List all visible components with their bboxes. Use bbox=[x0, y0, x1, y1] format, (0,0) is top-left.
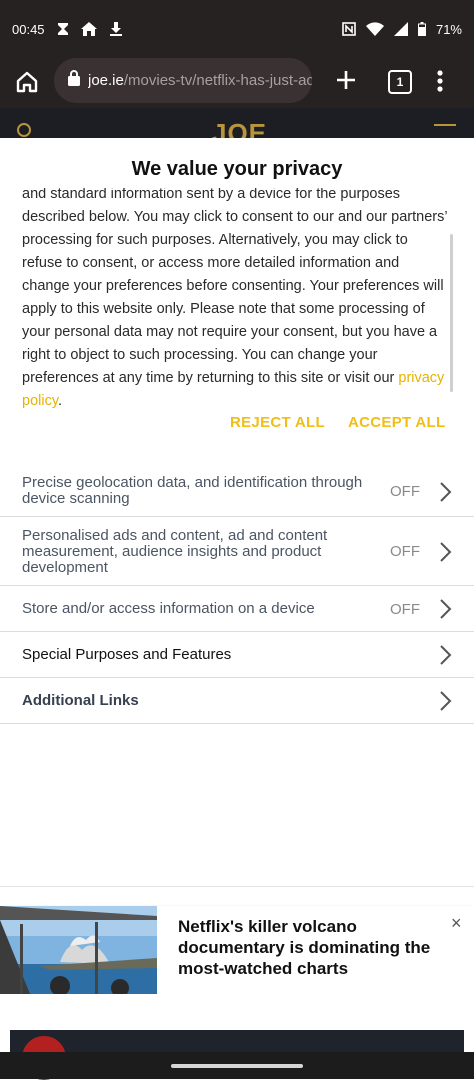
chevron-right-icon[interactable] bbox=[438, 690, 452, 717]
ad-headline[interactable]: Netflix's killer volcano documentary is … bbox=[178, 916, 448, 979]
new-tab-button[interactable] bbox=[335, 69, 357, 96]
purpose-row-additional-links[interactable]: Additional Links bbox=[0, 678, 474, 724]
browser-toolbar: joe.ie/movies-tv/netflix-has-just-ac 1 bbox=[0, 58, 474, 108]
purpose-row-geolocation[interactable]: Precise geolocation data, and identifica… bbox=[0, 466, 474, 517]
home-button[interactable] bbox=[12, 67, 42, 97]
dialog-bottom-divider bbox=[0, 886, 474, 887]
wifi-icon bbox=[365, 22, 384, 36]
consent-period: . bbox=[58, 393, 63, 409]
text-scrollbar[interactable] bbox=[450, 234, 453, 392]
url-bar[interactable]: joe.ie/movies-tv/netflix-has-just-ac bbox=[54, 58, 312, 103]
purpose-label: Personalised ads and content, ad and con… bbox=[22, 527, 328, 576]
chevron-right-icon[interactable] bbox=[438, 644, 452, 671]
site-logo[interactable]: JOE bbox=[212, 118, 267, 138]
lock-icon bbox=[68, 70, 80, 91]
consent-body: and standard information sent by a devic… bbox=[22, 188, 448, 386]
download-icon bbox=[109, 22, 123, 36]
site-search-icon[interactable] bbox=[16, 122, 36, 138]
purpose-label: Special Purposes and Features bbox=[22, 646, 232, 663]
purpose-label: Precise geolocation data, and identifica… bbox=[22, 474, 363, 507]
purpose-state: OFF bbox=[390, 543, 420, 560]
dialog-title: We value your privacy bbox=[131, 158, 343, 180]
ad-banner[interactable]: Netflix's killer volcano documentary is … bbox=[0, 906, 474, 994]
purpose-label: Store and/or access information on a dev… bbox=[22, 600, 315, 617]
hourglass-icon bbox=[57, 22, 69, 36]
purpose-label: Additional Links bbox=[22, 692, 139, 709]
url-domain: joe.ie bbox=[88, 72, 124, 89]
chevron-right-icon[interactable] bbox=[438, 541, 452, 568]
url-text: joe.ie/movies-tv/netflix-has-just-ac bbox=[88, 72, 312, 89]
purpose-row-store-access[interactable]: Store and/or access information on a dev… bbox=[0, 586, 474, 632]
purpose-row-personalised-ads[interactable]: Personalised ads and content, ad and con… bbox=[0, 517, 474, 586]
accept-all-button[interactable]: ACCEPT ALL bbox=[348, 414, 445, 431]
site-header: JOE bbox=[0, 108, 474, 138]
nfc-icon bbox=[342, 22, 356, 36]
battery-icon bbox=[417, 22, 426, 36]
reject-all-button[interactable]: REJECT ALL bbox=[230, 414, 325, 431]
purpose-state: OFF bbox=[390, 601, 420, 618]
chevron-right-icon[interactable] bbox=[438, 481, 452, 508]
purpose-state: OFF bbox=[390, 483, 420, 500]
url-path: /movies-tv/netflix-has-just-ac bbox=[123, 72, 312, 89]
site-menu-icon[interactable] bbox=[434, 124, 456, 126]
purpose-list: Precise geolocation data, and identifica… bbox=[0, 466, 474, 724]
ad-thumbnail[interactable] bbox=[0, 906, 157, 994]
status-bar: 00:45 71% bbox=[0, 0, 474, 58]
clock: 00:45 bbox=[12, 21, 45, 37]
chevron-right-icon[interactable] bbox=[438, 598, 452, 625]
consent-text: and standard information sent by a devic… bbox=[22, 188, 450, 446]
consent-actions: REJECT ALL ACCEPT ALL bbox=[0, 414, 474, 444]
gesture-handle[interactable] bbox=[171, 1064, 303, 1068]
home-icon bbox=[80, 22, 97, 36]
close-icon[interactable]: × bbox=[451, 914, 462, 932]
battery-level: 71% bbox=[435, 21, 462, 37]
privacy-dialog: We value your privacy and standard infor… bbox=[0, 138, 474, 890]
system-nav-bar bbox=[0, 1052, 474, 1079]
more-options-icon[interactable] bbox=[436, 69, 444, 98]
tab-switcher-button[interactable]: 1 bbox=[388, 70, 412, 94]
signal-icon bbox=[393, 22, 408, 36]
purpose-row-special-purposes[interactable]: Special Purposes and Features bbox=[0, 632, 474, 678]
